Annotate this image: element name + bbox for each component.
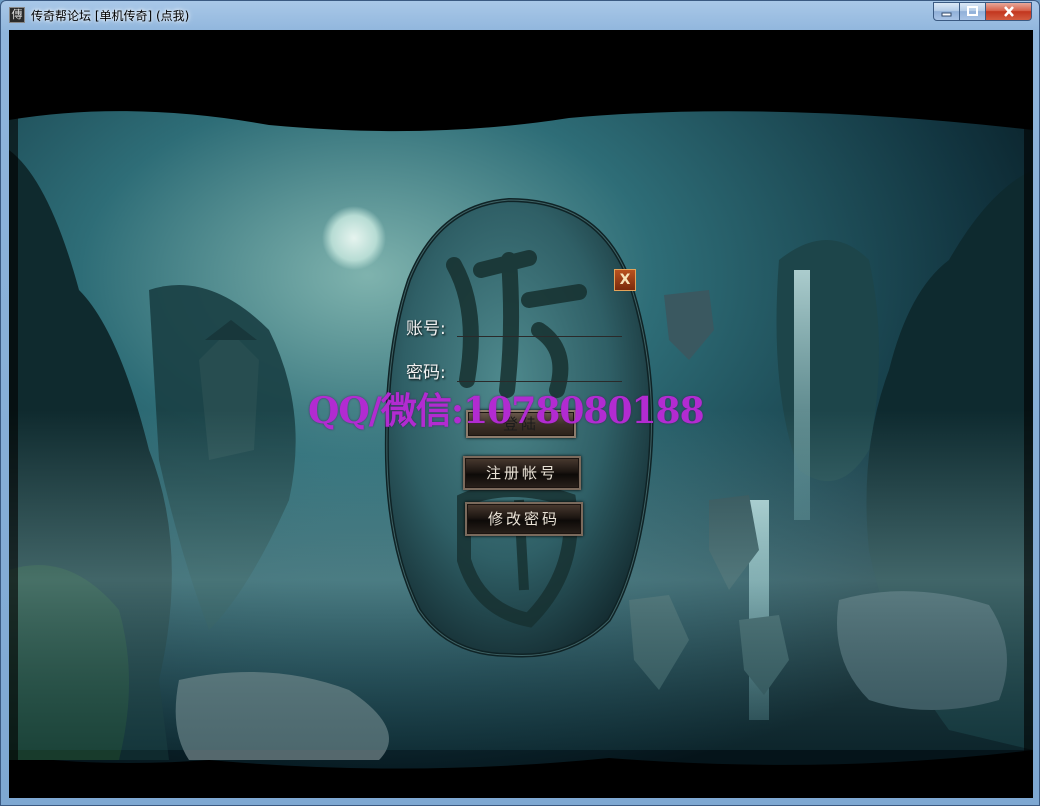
change-password-button[interactable]: 修改密码 (465, 502, 583, 536)
contact-watermark: QQ/微信:1078080188 (308, 390, 705, 432)
caption-buttons (933, 2, 1032, 21)
account-label: 账号: (406, 319, 446, 339)
minimize-button[interactable] (933, 2, 960, 21)
password-input[interactable] (457, 362, 622, 382)
account-input[interactable] (457, 317, 622, 337)
maximize-button[interactable] (960, 2, 986, 21)
register-account-button[interactable]: 注册帐号 (463, 456, 581, 490)
password-label: 密码: (406, 363, 446, 383)
window-title: 传奇帮论坛 [单机传奇] (点我) (31, 9, 190, 23)
close-icon (1003, 6, 1014, 17)
legend-app-icon: 傳 (9, 7, 25, 23)
window-close-button[interactable] (986, 2, 1032, 21)
app-window: 傳 传奇帮论坛 [单机传奇] (点我) X 账号: 密码: 登陆 QQ/微信:1… (0, 0, 1040, 806)
game-client-area: X 账号: 密码: 登陆 QQ/微信:1078080188 注册帐号 修改密码 (9, 30, 1033, 798)
minimize-icon (941, 12, 952, 17)
login-close-button[interactable]: X (614, 269, 636, 291)
title-bar[interactable]: 傳 传奇帮论坛 [单机传奇] (点我) (1, 1, 1039, 29)
maximize-icon (967, 6, 978, 16)
